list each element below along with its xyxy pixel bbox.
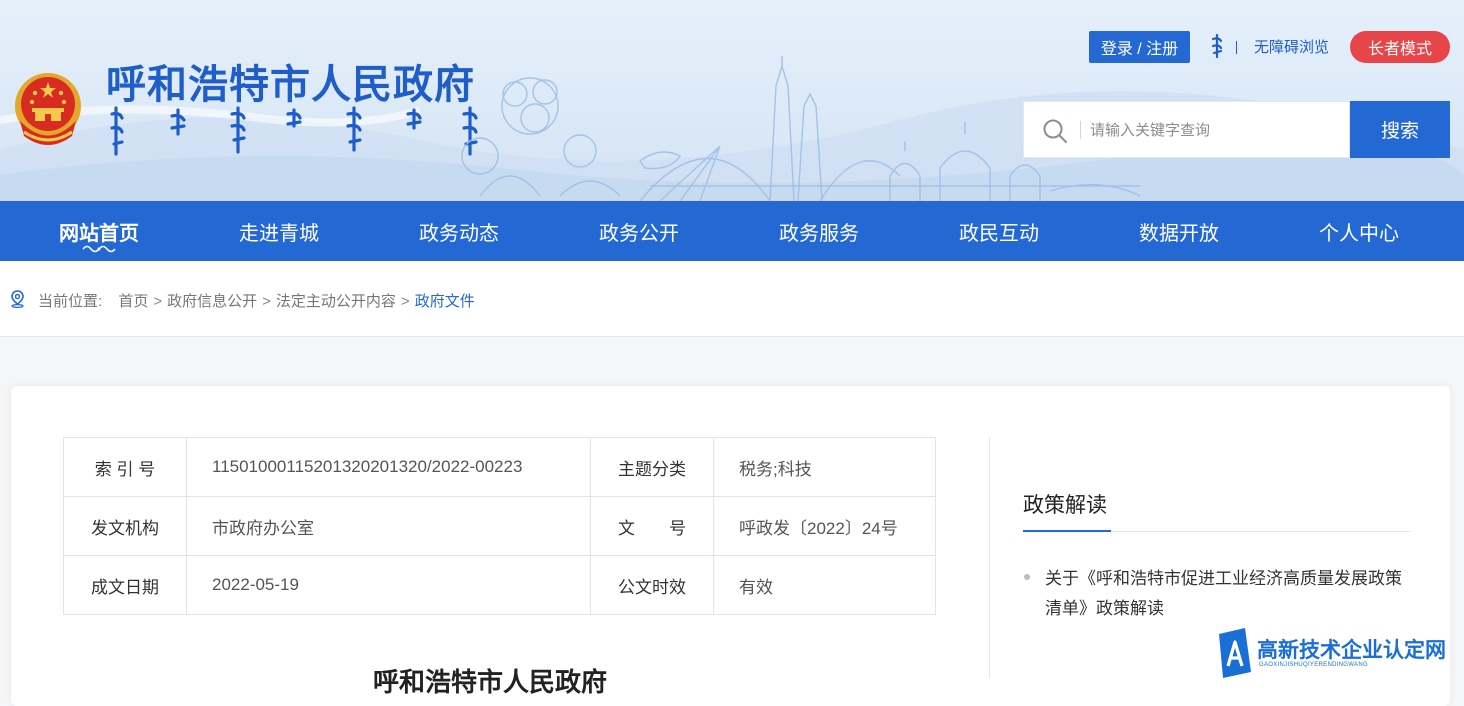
active-ornament-icon: [82, 245, 116, 253]
nav-item-label: 政民互动: [959, 222, 1039, 245]
policy-interpretation-link[interactable]: 关于《呼和浩特市促进工业经济高质量发展政策清单》政策解读: [1045, 564, 1417, 624]
nav-item-label: 政务公开: [599, 222, 679, 245]
breadcrumb-item-gov-documents[interactable]: 政府文件: [415, 293, 475, 310]
document-title: 呼和浩特市人民政府: [373, 667, 608, 697]
document-number-value: 呼政发〔2022〕24号: [713, 496, 936, 556]
header-link-separator: [1236, 41, 1237, 54]
validity-value: 有效: [713, 555, 936, 615]
topic-category-value: 税务;科技: [713, 437, 936, 497]
search-icon: [1043, 119, 1067, 143]
nav-item-about-city[interactable]: 走进青城: [189, 201, 369, 261]
list-bullet: [1024, 574, 1030, 580]
nav-item-interaction[interactable]: 政民互动: [909, 201, 1089, 261]
breadcrumb: 当前位置: 首页 > 政府信息公开 > 法定主动公开内容 > 政府文件: [0, 261, 1464, 337]
content-divider: [989, 437, 990, 678]
login-register-button[interactable]: 登录 / 注册: [1089, 31, 1190, 63]
nav-item-label: 数据开放: [1139, 222, 1219, 245]
table-row: 发文机构 市政府办公室 文 号 呼政发〔2022〕24号: [63, 496, 936, 556]
index-number-value: 11501000115201320201320/2022-00223: [186, 437, 591, 497]
document-number-label: 文 号: [590, 496, 714, 556]
breadcrumb-trail: 当前位置: 首页 > 政府信息公开 > 法定主动公开内容 > 政府文件: [38, 290, 475, 311]
validity-label: 公文时效: [590, 555, 714, 615]
table-row: 成文日期 2022-05-19 公文时效 有效: [63, 555, 936, 615]
breadcrumb-separator: >: [153, 293, 163, 310]
main-navigation: 网站首页 走进青城 政务动态 政务公开 政务服务 政民互动 数据开放 个人中心: [0, 201, 1464, 261]
watermark-logo-icon: [1219, 628, 1251, 678]
sidebar-title-accent: [1023, 530, 1111, 532]
topic-category-label: 主题分类: [590, 437, 714, 497]
breadcrumb-prefix: 当前位置:: [38, 293, 103, 310]
search-button[interactable]: 搜索: [1350, 101, 1450, 158]
breadcrumb-separator: >: [400, 293, 410, 310]
nav-item-home[interactable]: 网站首页: [9, 201, 189, 261]
written-date-value: 2022-05-19: [186, 555, 591, 615]
nav-item-label: 网站首页: [59, 222, 139, 245]
nav-item-open-data[interactable]: 数据开放: [1089, 201, 1269, 261]
table-row: 索 引 号 11501000115201320201320/2022-00223…: [63, 437, 936, 497]
nav-item-label: 走进青城: [239, 222, 319, 245]
nav-item-label: 政务动态: [419, 222, 499, 245]
nav-item-gov-disclosure[interactable]: 政务公开: [549, 201, 729, 261]
national-emblem-icon: [15, 73, 81, 145]
nav-item-label: 政务服务: [779, 222, 859, 245]
written-date-label: 成文日期: [63, 555, 187, 615]
nav-item-gov-services[interactable]: 政务服务: [729, 201, 909, 261]
watermark-subtext: GAOXINJISHUQIYERENDINGWANG: [1259, 662, 1368, 668]
search-input[interactable]: [1088, 112, 1338, 148]
policy-interpretation-title: 政策解读: [1023, 494, 1107, 517]
issuing-agency-label: 发文机构: [63, 496, 187, 556]
nav-item-gov-news[interactable]: 政务动态: [369, 201, 549, 261]
issuing-agency-value: 市政府办公室: [186, 496, 591, 556]
breadcrumb-separator: >: [262, 293, 271, 310]
search-divider: [1080, 121, 1081, 139]
breadcrumb-item-home[interactable]: 首页: [118, 293, 148, 310]
breadcrumb-item-statutory-content[interactable]: 法定主动公开内容: [276, 293, 396, 310]
accessibility-link[interactable]: 无障碍浏览: [1254, 36, 1329, 57]
site-header: 呼和浩特市人民政府 登录 / 注册 无障碍浏览 长者模式 请输入关键字查询 搜索: [0, 0, 1464, 201]
index-number-label: 索 引 号: [63, 437, 187, 497]
location-pin-icon: [11, 290, 24, 308]
watermark: 高新技术企业认定网 GAOXINJISHUQIYERENDINGWANG: [1215, 628, 1464, 678]
breadcrumb-item-info-disclosure[interactable]: 政府信息公开: [167, 293, 257, 310]
watermark-text: 高新技术企业认定网: [1257, 639, 1446, 662]
nav-item-personal-center[interactable]: 个人中心: [1269, 201, 1449, 261]
search-box: [1023, 101, 1350, 158]
nav-item-label: 个人中心: [1319, 222, 1399, 245]
mongolian-script-icon[interactable]: [1210, 33, 1224, 59]
document-info-table: 索 引 号 11501000115201320201320/2022-00223…: [63, 437, 936, 615]
elder-mode-button[interactable]: 长者模式: [1350, 31, 1450, 63]
